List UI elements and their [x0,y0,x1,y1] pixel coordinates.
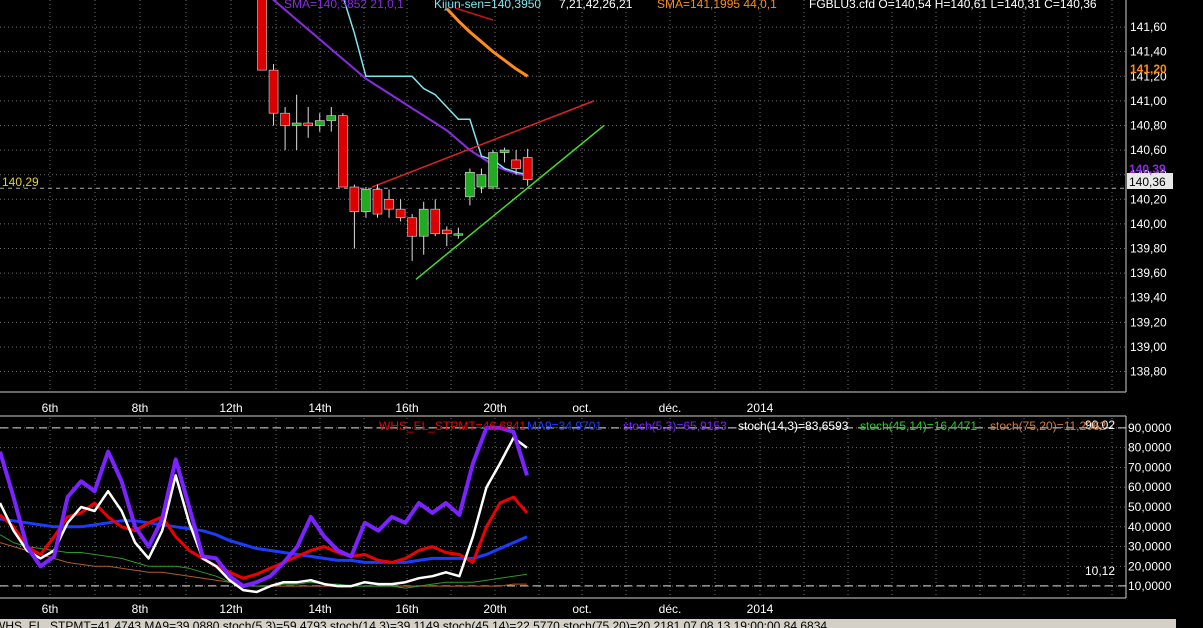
candle-down [430,208,441,235]
ohlc-legend: FGBLU3.cfd O=140,54 H=140,61 L=140,31 C=… [809,0,1097,11]
date-tick-label: déc. [659,401,682,415]
date-tick-label: 2014 [747,602,774,616]
date-tick-label: oct. [572,602,591,616]
price-tick-label: 139,20 [1130,315,1167,329]
date-tick-label: déc. [659,602,682,616]
date-tick-label: 14th [308,401,331,415]
candle-down [407,217,417,237]
legend-stpmt: WHS_EL_STPMT=46,6841 [379,419,526,433]
date-tick-label: oct. [572,401,591,415]
candle-up [418,208,429,237]
date-tick-label: 12th [219,401,242,415]
osc-tick-label: 60,0000 [1128,480,1172,494]
price-tick-label: 139,80 [1130,242,1167,256]
status-bar-text: WHS_EL_STPMT=41,4743 MA9=39,0880 stoch(5… [0,619,827,628]
osc-tick-label: 70,0000 [1128,460,1172,474]
candle-down [522,157,533,180]
candle-up [465,171,475,198]
date-tick-label: 16th [395,401,418,415]
candle-down [511,159,521,169]
right-margin [1176,0,1203,628]
ichimoku-params: 7,21,42,26,21 [559,0,633,11]
date-tick-label: 8th [132,401,149,415]
date-tick-label: 20th [483,401,506,415]
legend-ma9: MA9=34,9701 [527,419,602,433]
legend-stoch-5-3: stoch(5,3)=65,9153 [623,419,727,433]
candle-down [372,189,383,215]
oscillator-axis-ticks: 90,0000 80,0000 70,0000 60,0000 50,0000 40,00… [1128,421,1172,593]
candle-up [488,152,498,188]
candle-up [361,189,371,212]
last-price-label: 140,36 [1129,175,1166,189]
date-axis-upper [0,392,1126,416]
sma2-legend: SMA=141,1995 44,0,1 [657,0,777,11]
candle-up [326,115,337,121]
legend-stoch-45-14: stoch(45,14)=16,4471 [860,419,977,433]
left-level-label: 140,29 [2,175,39,189]
osc-tick-label: 20,0000 [1128,559,1172,573]
candle-up [453,233,464,236]
price-tick-label: 138,80 [1130,365,1167,379]
osc-tick-label: 50,0000 [1128,500,1172,514]
candle-down [257,0,267,71]
date-tick-label: 6th [42,602,59,616]
sma1-legend: SMA=140,3852 21,0,1 [284,0,404,11]
candle-down [303,122,314,126]
candle-down [441,229,452,235]
date-tick-label: 8th [132,602,149,616]
date-tick-label: 6th [42,401,59,415]
candle-up [314,120,325,126]
price-tick-label: 139,00 [1130,340,1167,354]
price-tick-label: 139,40 [1130,291,1167,305]
candle-down [349,186,360,212]
price-tick-label: 141,60 [1130,20,1167,34]
candle-up [499,149,510,153]
price-tick-label: 140,00 [1130,217,1167,231]
price-tick-label: 140,20 [1130,192,1167,206]
kijun-legend: Kijun-sen=140,3950 [434,0,541,11]
purple-level-label: 140,39 [1129,162,1166,176]
trading-chart[interactable]: 141,60 141,40 141,20 141,00 140,80 140,60 140,… [0,0,1203,628]
date-tick-label: 2014 [747,401,774,415]
candle-down [280,112,290,126]
orange-level-label: 141,20 [1130,62,1167,76]
date-tick-label: 20th [483,602,506,616]
price-tick-label: 141,00 [1130,94,1167,108]
osc-tick-label: 80,0000 [1128,441,1172,455]
candle-down [338,115,348,188]
candle-up [291,122,302,126]
date-tick-label: 12th [219,602,242,616]
price-tick-label: 141,40 [1130,45,1167,59]
osc-tick-label: 10,0000 [1128,579,1172,593]
osc-tick-label: 90,0000 [1128,421,1172,435]
date-tick-label: 16th [395,602,418,616]
candle-down [395,208,406,219]
candle-up [476,174,487,188]
osc-tick-label: 40,0000 [1128,520,1172,534]
osc-tick-label: 30,0000 [1128,540,1172,554]
price-tick-label: 140,60 [1130,143,1167,157]
price-tick-label: 139,60 [1130,266,1167,280]
legend-stoch-14-3: stoch(14,3)=83,6593 [738,419,849,433]
candle-down [384,199,394,210]
candle-down [268,69,279,114]
legend-stoch-75-20: stoch(75,20)=11,2062 [990,419,1107,433]
price-tick-label: 140,80 [1130,118,1167,132]
date-tick-label: 14th [308,602,331,616]
oscillator-legend: WHS_EL_STPMT=46,6841 MA9=34,9701 stoch(5… [379,419,1107,433]
osc-lower-level-label: 10,12 [1085,564,1115,578]
